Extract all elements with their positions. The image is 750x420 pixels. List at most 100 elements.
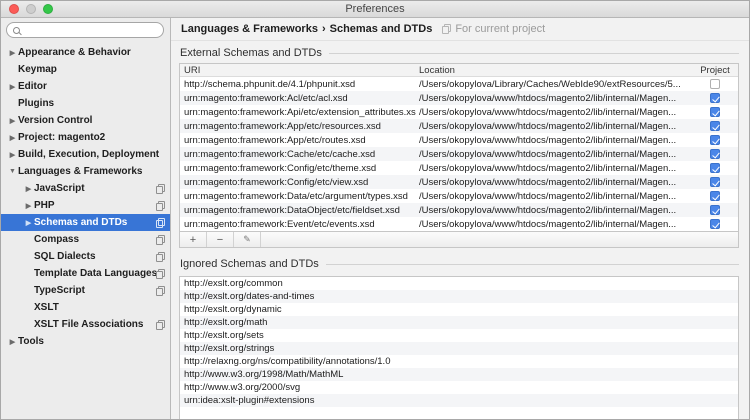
table-row[interactable]: urn:magento:framework:Config/etc/theme.x… — [180, 161, 738, 175]
location-cell: /Users/okopylova/www/htdocs/magento2/lib… — [416, 177, 692, 188]
chevron-down-icon[interactable]: ▼ — [7, 168, 18, 175]
project-checkbox[interactable] — [710, 79, 720, 89]
table-row[interactable]: urn:magento:framework:Api/etc/extension_… — [180, 105, 738, 119]
sidebar-item-label: PHP — [34, 200, 55, 211]
table-row[interactable]: urn:magento:framework:Data/etc/argument/… — [180, 189, 738, 203]
chevron-right-icon[interactable]: ▶ — [7, 338, 18, 346]
chevron-right-icon[interactable]: ▶ — [7, 83, 18, 91]
project-cell — [692, 79, 738, 89]
table-row[interactable]: urn:magento:framework:App/etc/routes.xsd… — [180, 133, 738, 147]
sidebar-item-schemas-and-dtds[interactable]: ▶Schemas and DTDs — [1, 214, 170, 231]
project-cell — [692, 177, 738, 187]
sidebar-item-compass[interactable]: Compass — [1, 231, 170, 248]
ignored-item[interactable]: http://www.w3.org/2000/svg — [180, 381, 738, 394]
ignored-item[interactable]: http://exslt.org/strings — [180, 342, 738, 355]
chevron-right-icon[interactable]: ▶ — [7, 117, 18, 125]
project-checkbox[interactable] — [710, 219, 720, 229]
location-cell: /Users/okopylova/www/htdocs/magento2/lib… — [416, 219, 692, 230]
ignored-item[interactable]: http://exslt.org/dates-and-times — [180, 290, 738, 303]
project-checkbox[interactable] — [710, 135, 720, 145]
sidebar-item-typescript[interactable]: TypeScript — [1, 282, 170, 299]
ignored-item[interactable]: http://exslt.org/dynamic — [180, 303, 738, 316]
uri-cell: urn:magento:framework:Cache/etc/cache.xs… — [180, 149, 416, 160]
project-checkbox[interactable] — [710, 93, 720, 103]
uri-cell: urn:magento:framework:Event/etc/events.x… — [180, 219, 416, 230]
sidebar-item-project-magento2[interactable]: ▶Project: magento2 — [1, 129, 170, 146]
project-checkbox[interactable] — [710, 121, 720, 131]
add-button[interactable]: + — [180, 232, 207, 247]
search-icon — [13, 27, 20, 34]
section-divider — [329, 53, 739, 54]
sidebar-item-build-execution-deployment[interactable]: ▶Build, Execution, Deployment — [1, 146, 170, 163]
sidebar-item-php[interactable]: ▶PHP — [1, 197, 170, 214]
sidebar-item-editor[interactable]: ▶Editor — [1, 78, 170, 95]
sidebar-item-label: Editor — [18, 81, 47, 92]
ignored-item[interactable]: http://exslt.org/common — [180, 277, 738, 290]
chevron-right-icon[interactable]: ▶ — [23, 202, 34, 210]
external-section-header: External Schemas and DTDs — [180, 46, 739, 60]
search-field[interactable] — [6, 22, 164, 38]
project-checkbox[interactable] — [710, 163, 720, 173]
sidebar-item-plugins[interactable]: Plugins — [1, 95, 170, 112]
sidebar-item-label: Version Control — [18, 115, 92, 126]
project-checkbox[interactable] — [710, 191, 720, 201]
chevron-right-icon[interactable]: ▶ — [7, 134, 18, 142]
table-row[interactable]: urn:magento:framework:Acl/etc/acl.xsd/Us… — [180, 91, 738, 105]
minimize-button[interactable] — [26, 4, 36, 14]
sidebar-item-template-data-languages[interactable]: Template Data Languages — [1, 265, 170, 282]
external-section-title: External Schemas and DTDs — [180, 47, 322, 59]
table-row[interactable]: urn:magento:framework:App/etc/resources.… — [180, 119, 738, 133]
chevron-right-icon[interactable]: ▶ — [7, 151, 18, 159]
chevron-right-icon[interactable]: ▶ — [23, 219, 34, 227]
sidebar-item-xslt[interactable]: XSLT — [1, 299, 170, 316]
ignored-item[interactable]: http://exslt.org/sets — [180, 329, 738, 342]
zoom-button[interactable] — [43, 4, 53, 14]
search-input[interactable] — [23, 25, 157, 36]
settings-sidebar: ▶Appearance & BehaviorKeymap▶EditorPlugi… — [1, 18, 171, 419]
ignored-item[interactable]: urn:idea:xslt-plugin#extensions — [180, 394, 738, 407]
chevron-right-icon[interactable]: ▶ — [23, 185, 34, 193]
search-container — [1, 18, 170, 41]
sidebar-item-xslt-file-associations[interactable]: XSLT File Associations — [1, 316, 170, 333]
location-cell: /Users/okopylova/www/htdocs/magento2/lib… — [416, 107, 692, 118]
sidebar-item-languages-frameworks[interactable]: ▼Languages & Frameworks — [1, 163, 170, 180]
table-row[interactable]: http://schema.phpunit.de/4.1/phpunit.xsd… — [180, 77, 738, 91]
close-button[interactable] — [9, 4, 19, 14]
project-checkbox[interactable] — [710, 107, 720, 117]
table-row[interactable]: urn:magento:framework:Event/etc/events.x… — [180, 217, 738, 231]
column-header-project[interactable]: Project — [692, 65, 738, 76]
chevron-right-icon[interactable]: ▶ — [7, 49, 18, 57]
remove-button[interactable]: − — [207, 232, 234, 247]
ignored-item[interactable]: http://relaxng.org/ns/compatibility/anno… — [180, 355, 738, 368]
edit-icon[interactable]: ✎ — [234, 232, 261, 247]
project-checkbox[interactable] — [710, 177, 720, 187]
sidebar-item-keymap[interactable]: Keymap — [1, 61, 170, 78]
location-cell: /Users/okopylova/www/htdocs/magento2/lib… — [416, 163, 692, 174]
table-row[interactable]: urn:magento:framework:Cache/etc/cache.xs… — [180, 147, 738, 161]
breadcrumb-parent: Languages & Frameworks — [181, 23, 318, 35]
sidebar-item-label: Schemas and DTDs — [34, 217, 127, 228]
table-row[interactable]: urn:magento:framework:DataObject/etc/fie… — [180, 203, 738, 217]
project-checkbox[interactable] — [710, 149, 720, 159]
sidebar-item-label: JavaScript — [34, 183, 85, 194]
sidebar-item-label: TypeScript — [34, 285, 85, 296]
project-cell — [692, 219, 738, 229]
sidebar-item-sql-dialects[interactable]: SQL Dialects — [1, 248, 170, 265]
sidebar-item-javascript[interactable]: ▶JavaScript — [1, 180, 170, 197]
project-cell — [692, 121, 738, 131]
main-area: ▶Appearance & BehaviorKeymap▶EditorPlugi… — [1, 18, 749, 419]
project-cell — [692, 149, 738, 159]
ignored-item[interactable]: http://www.w3.org/1998/Math/MathML — [180, 368, 738, 381]
ignored-section-header: Ignored Schemas and DTDs — [180, 257, 739, 271]
page-title: Schemas and DTDs — [330, 23, 433, 35]
sidebar-item-tools[interactable]: ▶Tools — [1, 333, 170, 350]
table-row[interactable]: urn:magento:framework:Config/etc/view.xs… — [180, 175, 738, 189]
ignored-item[interactable]: http://exslt.org/math — [180, 316, 738, 329]
column-header-uri[interactable]: URI — [180, 65, 416, 76]
location-cell: /Users/okopylova/www/htdocs/magento2/lib… — [416, 149, 692, 160]
sidebar-item-version-control[interactable]: ▶Version Control — [1, 112, 170, 129]
sidebar-item-appearance-behavior[interactable]: ▶Appearance & Behavior — [1, 44, 170, 61]
sidebar-item-label: Project: magento2 — [18, 132, 105, 143]
column-header-location[interactable]: Location — [416, 65, 692, 76]
project-checkbox[interactable] — [710, 205, 720, 215]
